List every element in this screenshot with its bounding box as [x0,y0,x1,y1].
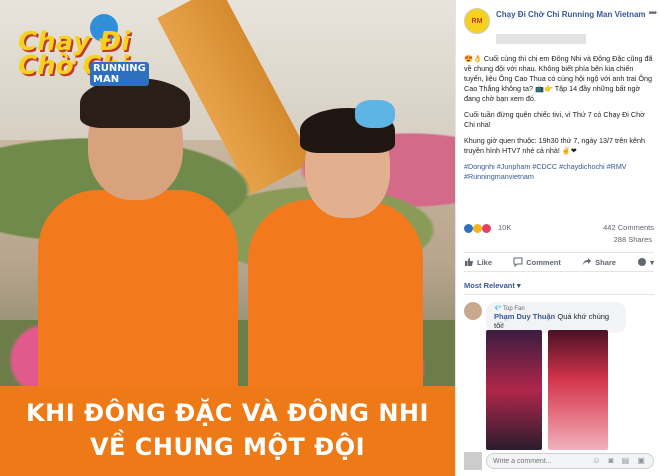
haha-reaction-icon [473,223,483,233]
comment-item: 💎 Top Fan Phạm Duy Thuận Quá khứ chúng t… [464,302,656,452]
share-count[interactable]: 288 Shares [614,235,652,244]
like-reaction-icon [464,223,473,233]
comment-label: Comment [526,257,561,267]
post-photo[interactable]: Chạy Đi Chờ Chi RUNNING MAN KHI ĐÔNG ĐẶC … [0,0,455,476]
comment-image-left[interactable] [486,330,542,450]
photo-person-right-body [248,200,423,400]
logo-subtitle: RUNNING MAN [90,62,149,86]
commenter-name[interactable]: Phạm Duy Thuận [494,312,555,321]
post-side-panel: RM Chạy Đi Chờ Chi Running Man Vietnam •… [455,0,660,476]
post-paragraph-1: 😍👌 Cuối cùng thì chị em Đông Nhi và Đông… [464,54,653,103]
photo-banner: KHI ĐÔNG ĐẶC VÀ ĐÔNG NHI VỀ CHUNG MỘT ĐỘ… [0,386,455,476]
audience-selector[interactable]: ▾ [637,257,654,267]
love-reaction-icon [482,223,492,233]
comment-image-right[interactable] [548,330,608,450]
globe-icon [638,258,647,266]
page-name-link[interactable]: Chạy Đi Chờ Chi Running Man Vietnam [496,10,646,20]
page-avatar[interactable]: RM [464,8,490,34]
post-paragraph-2: Cuối tuần đừng quên chiếc tivi, vì Thứ 7… [464,110,645,129]
my-avatar [464,452,482,470]
comment-button[interactable]: Comment [513,257,561,267]
comment-icon [513,257,523,267]
share-button[interactable]: Share [582,257,616,267]
reaction-count[interactable]: 10K [498,223,511,232]
composer-icons[interactable]: ☺ ◙ ▤ ▣ [592,456,648,465]
post-paragraph-3: Khung giờ quen thuộc: 19h30 thứ 7, ngày … [464,136,645,155]
comment-sort-dropdown[interactable]: Most Relevant ▾ [464,281,521,290]
like-button[interactable]: Like [464,257,492,267]
show-logo: Chạy Đi Chờ Chi RUNNING MAN [18,14,149,89]
post-hashtags[interactable]: #Dongnhi #Junpham #CDCC #chaydichochi #R… [464,162,654,182]
more-options-icon[interactable]: ••• [648,8,656,19]
banner-line1: KHI ĐÔNG ĐẶC VÀ ĐÔNG NHI [26,399,429,427]
top-fan-badge: 💎 Top Fan [494,306,525,312]
comment-count[interactable]: 442 Comments [603,223,654,232]
like-label: Like [477,257,493,267]
chevron-down-icon: ▾ [650,257,654,267]
post-header: RM Chạy Đi Chờ Chi Running Man Vietnam •… [464,8,657,48]
share-label: Share [595,257,616,267]
redacted-timestamp [496,34,586,44]
post-text: 😍👌 Cuối cùng thì chị em Đông Nhi và Đông… [464,54,654,188]
comment-composer: ☺ ◙ ▤ ▣ [464,452,656,472]
commenter-avatar[interactable] [464,302,482,320]
share-icon [583,258,592,265]
avatar-text: RM [471,18,483,25]
divider [464,294,654,295]
thumbs-up-icon [465,258,473,266]
banner-line2: VỀ CHUNG MỘT ĐỘI [89,433,366,461]
photo-hair-bow [355,100,395,128]
comment-bubble: 💎 Top Fan Phạm Duy Thuận Quá khứ chúng t… [486,302,626,333]
reactions-bar[interactable]: 10K 442 Comments [464,223,654,235]
post-actions: Like Comment Share ▾ [464,252,654,272]
photo-person-left-body [38,190,238,400]
